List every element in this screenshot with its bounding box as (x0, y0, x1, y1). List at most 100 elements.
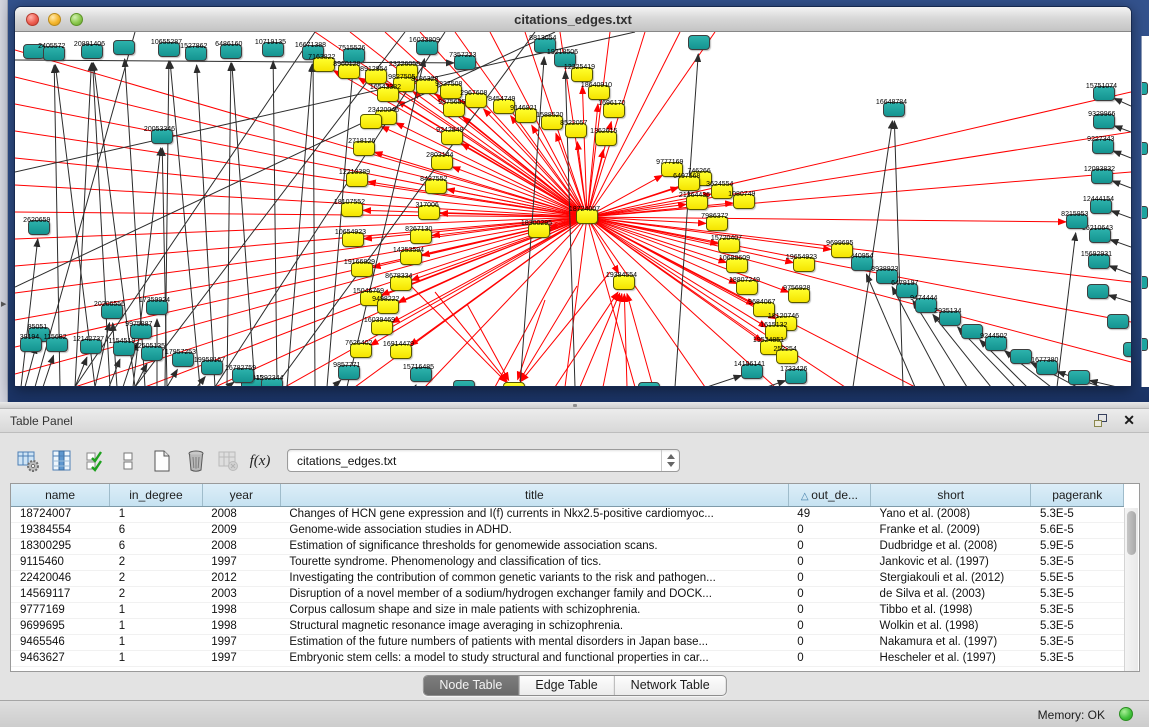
graph-node[interactable] (113, 40, 135, 55)
graph-node[interactable]: 1733426 (785, 369, 807, 384)
graph-node[interactable]: 12325419 (571, 67, 593, 82)
table-cell[interactable]: 0 (788, 522, 870, 538)
graph-node[interactable]: 18300295 (528, 223, 550, 238)
table-selector-dropdown[interactable]: citations_edges.txt (287, 449, 680, 472)
graph-node[interactable] (453, 380, 475, 387)
graph-node[interactable]: 12142737 (80, 339, 102, 354)
graph-node[interactable]: 8522057 (565, 123, 587, 138)
graph-node[interactable]: 2718126 (353, 141, 375, 156)
graph-node[interactable]: 2803144 (431, 155, 453, 170)
table-cell[interactable]: Stergiakouli et al. (2012) (871, 570, 1031, 586)
table-cell[interactable]: 9463627 (11, 650, 110, 666)
graph-node[interactable]: 10719135 (262, 42, 284, 57)
column-header[interactable]: short (871, 484, 1031, 506)
graph-node[interactable]: 9227343 (1092, 139, 1114, 154)
delete-columns-icon[interactable] (182, 447, 210, 475)
table-cell[interactable]: 1 (110, 602, 203, 618)
table-row[interactable]: 946362711997Embryonic stem cells: a mode… (11, 650, 1124, 666)
graph-node[interactable]: 2405572 (43, 46, 65, 61)
graph-node[interactable]: 2935134 (939, 311, 961, 326)
table-cell[interactable]: Tourette syndrome. Phenomenology and cla… (280, 554, 788, 570)
graph-node[interactable]: 10655287 (158, 42, 180, 57)
graph-node[interactable]: 16210643 (1089, 228, 1111, 243)
graph-node[interactable]: 7625402 (350, 343, 372, 358)
graph-node[interactable] (1141, 206, 1148, 219)
graph-node[interactable]: 9329966 (1093, 114, 1115, 129)
table-cell[interactable]: 2012 (202, 570, 280, 586)
table-cell[interactable]: 2009 (202, 522, 280, 538)
graph-node[interactable]: 12213389 (346, 172, 368, 187)
table-cell[interactable]: 0 (788, 618, 870, 634)
graph-node[interactable]: 2967608 (465, 93, 487, 108)
table-cell[interactable]: 9699695 (11, 618, 110, 634)
graph-node[interactable]: 9975887 (130, 324, 152, 339)
close-icon[interactable]: ✕ (1123, 412, 1135, 429)
graph-node[interactable] (688, 35, 710, 50)
graph-node[interactable]: 15720407 (718, 238, 740, 253)
table-scrollbar[interactable] (1124, 508, 1138, 671)
graph-node[interactable] (360, 114, 382, 129)
table-cell[interactable]: 0 (788, 602, 870, 618)
graph-node[interactable]: 12505135 (141, 346, 163, 361)
table-cell[interactable]: 5.3E-5 (1031, 602, 1124, 618)
tab-node-table[interactable]: Node Table (423, 676, 519, 695)
table-cell[interactable]: 9115460 (11, 554, 110, 570)
table-cell[interactable]: Disruption of a novel member of a sodium… (280, 586, 788, 602)
graph-node[interactable]: 1080749 (733, 194, 755, 209)
table-cell[interactable]: 1 (110, 650, 203, 666)
table-row[interactable]: 1872400712008Changes of HCN gene express… (11, 506, 1124, 522)
table-settings-icon[interactable] (14, 447, 42, 475)
table-cell[interactable]: Tibbo et al. (1998) (871, 602, 1031, 618)
graph-node[interactable]: 14353594 (400, 250, 422, 265)
graph-node[interactable] (503, 382, 525, 387)
graph-node[interactable]: 8960128 (338, 64, 360, 79)
tab-network-table[interactable]: Network Table (615, 676, 726, 695)
graph-node[interactable]: 9827508 (440, 84, 462, 99)
table-cell[interactable]: 0 (788, 650, 870, 666)
table-cell[interactable]: 5.3E-5 (1031, 506, 1124, 522)
table-cell[interactable]: 14569117 (11, 586, 110, 602)
graph-node[interactable] (1107, 314, 1129, 329)
graph-node[interactable]: 7357223 (454, 55, 476, 70)
table-row[interactable]: 2242004622012Investigating the contribut… (11, 570, 1124, 586)
table-cell[interactable]: 5.3E-5 (1031, 618, 1124, 634)
graph-node[interactable] (1141, 276, 1148, 289)
table-cell[interactable]: 6 (110, 522, 203, 538)
table-cell[interactable]: Nakamura et al. (1997) (871, 634, 1031, 650)
table-row[interactable]: 946554611997Estimation of the future num… (11, 634, 1124, 650)
graph-node[interactable]: 17359924 (146, 300, 168, 315)
table-cell[interactable]: Wolkin et al. (1998) (871, 618, 1031, 634)
graph-node[interactable]: 16914479 (390, 344, 412, 359)
graph-node[interactable]: 7163822 (313, 57, 335, 72)
table-row[interactable]: 911546021997Tourette syndrome. Phenomeno… (11, 554, 1124, 570)
graph-node[interactable]: 8912954 (365, 69, 387, 84)
table-cell[interactable]: 22420046 (11, 570, 110, 586)
graph-node[interactable] (1123, 342, 1131, 357)
table-cell[interactable]: 18724007 (11, 506, 110, 522)
graph-node[interactable]: 115682 (46, 337, 68, 352)
graph-node[interactable]: 7986372 (706, 216, 728, 231)
table-cell[interactable]: Corpus callosum shape and size in male p… (280, 602, 788, 618)
table-cell[interactable]: Embryonic stem cells: a model to study s… (280, 650, 788, 666)
graph-node[interactable]: 6497568 (678, 176, 700, 191)
graph-node[interactable]: 8427552 (425, 179, 447, 194)
column-header[interactable]: name (11, 484, 110, 506)
table-cell[interactable]: 1 (110, 506, 203, 522)
graph-node[interactable]: 9146821 (515, 108, 537, 123)
graph-node[interactable]: 19958167 (201, 360, 223, 375)
column-header[interactable]: pagerank (1031, 484, 1124, 506)
table-row[interactable]: 1830029562008Estimation of significance … (11, 538, 1124, 554)
table-cell[interactable]: 2008 (202, 506, 280, 522)
table-cell[interactable]: 2 (110, 570, 203, 586)
graph-node[interactable] (1141, 82, 1148, 95)
graph-node[interactable]: 2620659 (28, 220, 50, 235)
table-cell[interactable]: 1 (110, 634, 203, 650)
table-cell[interactable]: Investigating the contribution of common… (280, 570, 788, 586)
graph-node[interactable]: 39194 (20, 337, 42, 352)
table-cell[interactable]: 5.5E-5 (1031, 570, 1124, 586)
graph-node[interactable]: 16039469 (371, 320, 393, 335)
graph-node[interactable]: 20053346 (151, 129, 173, 144)
graph-hub-node[interactable]: 18724007 (576, 209, 598, 224)
graph-node[interactable]: 16543382 (377, 87, 399, 102)
table-cell[interactable]: 5.3E-5 (1031, 634, 1124, 650)
